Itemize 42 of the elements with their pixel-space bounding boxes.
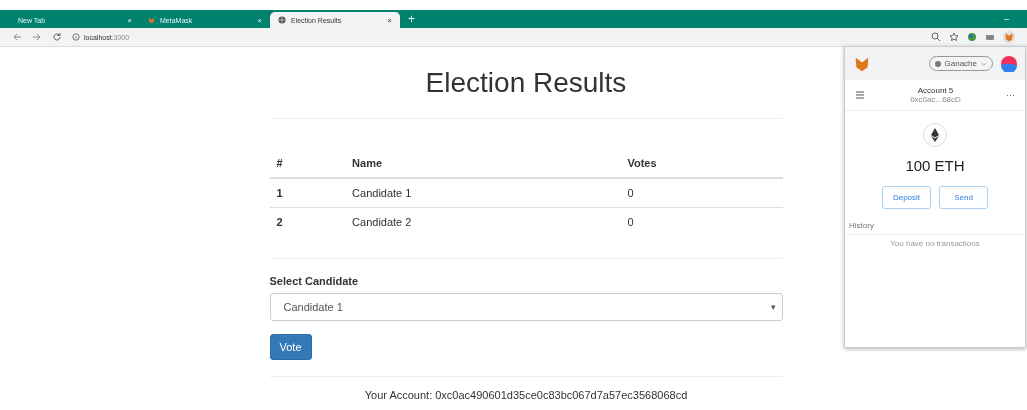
column-header: # bbox=[269, 149, 346, 178]
send-button[interactable]: Send bbox=[939, 186, 988, 209]
network-icon bbox=[934, 60, 941, 67]
more-button[interactable]: ··· bbox=[1006, 90, 1015, 100]
empty-message: You have no transactions bbox=[889, 238, 981, 248]
chevron-icon bbox=[981, 60, 987, 67]
table-cell: 2 bbox=[269, 207, 346, 236]
new-tab-button[interactable]: + bbox=[408, 12, 415, 26]
balance: 100 ETH bbox=[905, 157, 965, 174]
close-icon[interactable]: × bbox=[257, 15, 262, 25]
info-icon bbox=[72, 33, 80, 41]
table-cell: Candidate 1 bbox=[345, 178, 621, 208]
globe-icon bbox=[278, 16, 286, 24]
vote-button[interactable]: Vote bbox=[269, 334, 312, 360]
reload-icon[interactable] bbox=[52, 32, 62, 42]
zoom-icon[interactable] bbox=[931, 32, 941, 42]
star-icon[interactable] bbox=[949, 32, 959, 42]
ethereum-icon bbox=[923, 123, 947, 147]
page-title: Election Results bbox=[269, 67, 783, 119]
menu-icon[interactable] bbox=[855, 90, 865, 100]
column-header: Name bbox=[345, 149, 621, 178]
minimize-button[interactable]: – bbox=[1004, 14, 1009, 24]
fox-icon bbox=[853, 55, 871, 72]
fox-icon bbox=[148, 16, 155, 24]
back-icon[interactable] bbox=[12, 32, 22, 42]
field-label: Select Candidate bbox=[269, 275, 360, 287]
fox-icon[interactable] bbox=[1003, 31, 1015, 43]
avatar-icon[interactable] bbox=[1001, 55, 1017, 72]
table-cell: 0 bbox=[620, 178, 783, 208]
candidate-select[interactable]: Candidate 1 ▾ bbox=[269, 293, 783, 321]
close-icon[interactable]: × bbox=[127, 15, 132, 25]
table-cell: 0 bbox=[620, 207, 783, 236]
table-cell: 1 bbox=[269, 178, 346, 208]
column-header: Votes bbox=[620, 149, 783, 178]
account-name: Account 5 bbox=[917, 86, 954, 95]
forward-icon[interactable] bbox=[32, 32, 42, 42]
close-icon[interactable]: × bbox=[387, 15, 392, 25]
account-address: 0xc0ac...68cD bbox=[910, 95, 961, 104]
table-cell: Candidate 2 bbox=[345, 207, 621, 236]
history-label: History bbox=[845, 209, 1025, 235]
account-text: Your Account: 0xc0ac490601d35ce0c83bc067d7a57ec3568068cd bbox=[363, 389, 689, 401]
deposit-button[interactable]: Deposit bbox=[882, 186, 931, 209]
